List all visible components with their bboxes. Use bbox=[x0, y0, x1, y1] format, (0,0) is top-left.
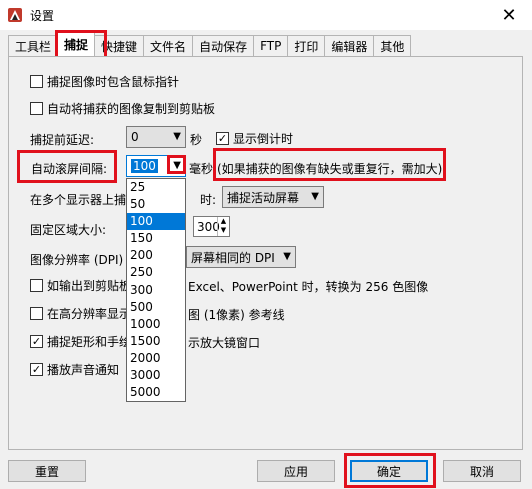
dropdown-option[interactable]: 3000 bbox=[127, 367, 185, 384]
title-bar: 设置 ✕ bbox=[0, 0, 532, 30]
sound-checkbox[interactable]: ✓ bbox=[30, 363, 43, 376]
include-cursor-row[interactable]: 捕捉图像时包含鼠标指针 bbox=[30, 73, 179, 90]
dpi-value: 屏幕相同的 DPI bbox=[191, 250, 275, 265]
show-countdown-label: 显示倒计时 bbox=[233, 132, 294, 146]
fixed-region-input[interactable]: 300 ▲ ▼ bbox=[193, 216, 230, 237]
delay-unit: 秒 bbox=[190, 133, 203, 147]
dropdown-option[interactable]: 50 bbox=[127, 196, 185, 213]
hires-ref-label: 在高分辨率显示 bbox=[47, 307, 132, 321]
magnifier-row[interactable]: ✓ 捕捉矩形和手绘 bbox=[30, 333, 131, 350]
cancel-button[interactable]: 取消 bbox=[443, 460, 521, 482]
magnifier-checkbox[interactable]: ✓ bbox=[30, 335, 43, 348]
chevron-down-icon: ▼ bbox=[311, 191, 319, 202]
reset-button[interactable]: 重置 bbox=[8, 460, 86, 482]
tab-capture[interactable]: 捕捉 bbox=[57, 32, 96, 56]
chevron-down-icon: ▼ bbox=[173, 160, 181, 171]
tab-print[interactable]: 打印 bbox=[287, 35, 326, 56]
copy-clipboard-label: 自动将捕获的图像复制到剪贴板 bbox=[47, 102, 216, 116]
scroll-interval-select[interactable]: 100 ▼ bbox=[126, 155, 186, 177]
tab-toolbar[interactable]: 工具栏 bbox=[8, 35, 59, 56]
hires-ref-row[interactable]: 在高分辨率显示 bbox=[30, 305, 131, 322]
magnifier-suffix: 示放大镜窗口 bbox=[188, 336, 261, 350]
app-icon bbox=[8, 8, 22, 22]
dropdown-option[interactable]: 250 bbox=[127, 264, 185, 281]
tab-editor[interactable]: 编辑器 bbox=[324, 35, 375, 56]
hires-ref-suffix: 图 (1像素) 参考线 bbox=[188, 308, 285, 322]
window-title: 设置 bbox=[30, 9, 55, 23]
scroll-interval-hint: (如果捕获的图像有缺失或重复行，需加大) bbox=[217, 162, 443, 176]
tab-ftp[interactable]: FTP bbox=[253, 35, 289, 56]
ok-button[interactable]: 确定 bbox=[350, 460, 428, 482]
dropdown-option[interactable]: 1000 bbox=[127, 316, 185, 333]
clipboard-256-checkbox[interactable] bbox=[30, 279, 43, 292]
scroll-interval-unit: 毫秒 bbox=[189, 162, 214, 176]
clipboard-256-label: 如输出到剪贴板 bbox=[47, 279, 132, 293]
magnifier-label: 捕捉矩形和手绘 bbox=[47, 335, 132, 349]
close-icon[interactable]: ✕ bbox=[486, 0, 532, 30]
show-countdown-checkbox[interactable]: ✓ bbox=[216, 132, 229, 145]
dropdown-option[interactable]: 2000 bbox=[127, 350, 185, 367]
tab-hotkeys[interactable]: 快捷键 bbox=[94, 35, 145, 56]
clipboard-256-row[interactable]: 如输出到剪贴板 bbox=[30, 277, 131, 294]
apply-button[interactable]: 应用 bbox=[257, 460, 335, 482]
scroll-interval-value: 100 bbox=[131, 159, 158, 173]
multi-monitor-suffix: 时: bbox=[200, 193, 217, 207]
dpi-select[interactable]: 屏幕相同的 DPI ▼ bbox=[186, 246, 296, 268]
dropdown-option[interactable]: 5000 bbox=[127, 384, 185, 401]
dropdown-option[interactable]: 200 bbox=[127, 247, 185, 264]
include-cursor-label: 捕捉图像时包含鼠标指针 bbox=[47, 75, 180, 89]
dropdown-option[interactable]: 150 bbox=[127, 230, 185, 247]
chevron-down-icon: ▼ bbox=[173, 131, 181, 142]
spin-arrows-icon[interactable]: ▲ ▼ bbox=[217, 217, 229, 236]
scroll-interval-dropdown[interactable]: 25 50 100 150 200 250 300 500 1000 1500 … bbox=[126, 178, 186, 402]
multi-monitor-select[interactable]: 捕捉活动屏幕 ▼ bbox=[222, 186, 324, 208]
sound-row[interactable]: ✓ 播放声音通知 bbox=[30, 361, 119, 378]
delay-select[interactable]: 0 ▼ bbox=[126, 126, 186, 148]
delay-value: 0 bbox=[131, 130, 139, 144]
tab-autosave[interactable]: 自动保存 bbox=[192, 35, 255, 56]
delay-label: 捕捉前延迟: bbox=[30, 133, 95, 147]
include-cursor-checkbox[interactable] bbox=[30, 75, 43, 88]
fixed-region-label: 固定区域大小: bbox=[30, 223, 107, 237]
multi-monitor-label: 在多个显示器上捕 bbox=[30, 193, 127, 207]
dropdown-option[interactable]: 25 bbox=[127, 179, 185, 196]
dropdown-option[interactable]: 1500 bbox=[127, 333, 185, 350]
dpi-label: 图像分辨率 (DPI) bbox=[30, 253, 124, 267]
tab-other[interactable]: 其他 bbox=[373, 35, 412, 56]
hires-ref-checkbox[interactable] bbox=[30, 307, 43, 320]
clipboard-256-suffix: Excel、PowerPoint 时，转换为 256 色图像 bbox=[188, 280, 429, 294]
tab-filename[interactable]: 文件名 bbox=[143, 35, 194, 56]
multi-monitor-value: 捕捉活动屏幕 bbox=[227, 190, 300, 205]
tab-bar: 工具栏 捕捉 快捷键 文件名 自动保存 FTP 打印 编辑器 其他 bbox=[8, 32, 412, 56]
scroll-interval-label: 自动滚屏间隔: bbox=[31, 162, 108, 176]
copy-clipboard-checkbox[interactable] bbox=[30, 102, 43, 115]
chevron-down-icon: ▼ bbox=[283, 251, 291, 262]
sound-label: 播放声音通知 bbox=[47, 363, 120, 377]
copy-clipboard-row[interactable]: 自动将捕获的图像复制到剪贴板 bbox=[30, 100, 215, 117]
show-countdown-row[interactable]: ✓ 显示倒计时 bbox=[216, 130, 293, 147]
dropdown-option[interactable]: 500 bbox=[127, 299, 185, 316]
dropdown-option[interactable]: 300 bbox=[127, 282, 185, 299]
dropdown-option-selected[interactable]: 100 bbox=[127, 213, 185, 231]
